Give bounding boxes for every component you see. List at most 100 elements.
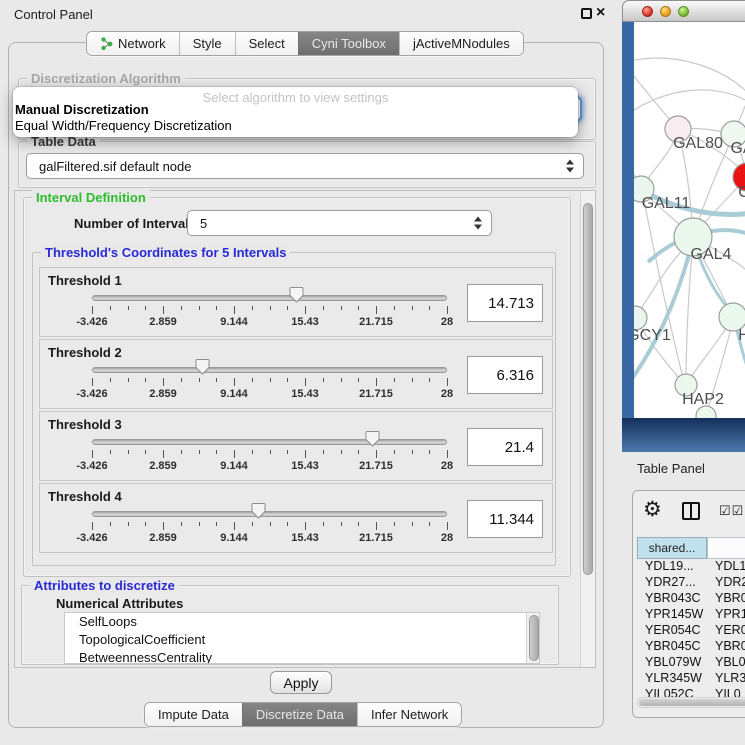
network-canvas[interactable]: GAL80GACGAL11GAL4GCY1HHAP2 [634, 22, 745, 418]
checkbox-icons[interactable]: ☑☑ [719, 503, 744, 519]
table-row[interactable]: YBR045CYBR0 [637, 639, 745, 655]
tab-infer-network[interactable]: Infer Network [357, 703, 461, 726]
gear-icon[interactable]: ⚙ [643, 497, 662, 522]
tab-impute-data[interactable]: Impute Data [145, 703, 242, 726]
slider-thumb[interactable] [289, 286, 304, 303]
slider-thumb[interactable] [251, 502, 266, 519]
list-item[interactable]: BetweennessCentrality [65, 649, 539, 664]
column-split-icon[interactable] [682, 502, 700, 520]
tab-style[interactable]: Style [179, 32, 235, 55]
table-row[interactable]: YBR043CYBR0 [637, 591, 745, 607]
combo-value: 5 [200, 216, 207, 231]
tick-label: 28 [441, 460, 453, 472]
cell-name[interactable]: YBR0 [707, 591, 745, 607]
threshold-panel-1: Threshold 1-3.4262.8599.14415.4321.71528… [39, 267, 553, 337]
zoom-traffic-light[interactable] [678, 6, 689, 17]
slider-thumb[interactable] [365, 430, 380, 447]
tick-label: -3.426 [76, 388, 107, 400]
slider-tick [216, 306, 217, 310]
column-header-name[interactable]: n [707, 537, 745, 559]
slider-tick [447, 378, 448, 386]
cell-shared-name[interactable]: YDR27... [637, 575, 707, 591]
slider-thumb[interactable] [195, 358, 210, 375]
slider-tick [412, 522, 413, 526]
network-edge[interactable] [634, 90, 745, 117]
slider-tick [145, 450, 146, 454]
cell-name[interactable]: YBL0 [707, 655, 745, 671]
dropdown-option-equal-width[interactable]: Equal Width/Frequency Discretization [13, 118, 578, 134]
float-window-icon[interactable] [581, 8, 592, 19]
cell-shared-name[interactable]: YPR145W [637, 607, 707, 623]
cell-shared-name[interactable]: YER054C [637, 623, 707, 639]
list-item[interactable]: TopologicalCoefficient [65, 631, 539, 649]
slider-tick [163, 522, 164, 530]
cell-name[interactable]: YPR1 [707, 607, 745, 623]
tick-label: 21.715 [359, 532, 393, 544]
threshold-panel-4: Threshold 4-3.4262.8599.14415.4321.71528… [39, 483, 553, 553]
slider-tick [110, 378, 111, 382]
scrollbar-thumb[interactable] [529, 615, 539, 661]
cell-shared-name[interactable]: YDL19... [637, 559, 707, 575]
cell-name[interactable]: YDL1 [707, 559, 745, 575]
scrollbar-thumb[interactable] [639, 699, 745, 706]
viewport-scrollbar[interactable] [580, 191, 595, 667]
slider-track[interactable] [92, 367, 447, 373]
settings-scroll-viewport: Interval Definition Number of Intervals … [14, 190, 596, 668]
slider-tick [447, 450, 448, 458]
cell-name[interactable]: YDR2 [707, 575, 745, 591]
group-title: Interval Definition [32, 190, 150, 205]
slider-tick [252, 306, 253, 310]
table-row[interactable]: YPR145WYPR1 [637, 607, 745, 623]
close-icon[interactable]: × [596, 4, 605, 22]
table-row[interactable]: YBL079WYBL0 [637, 655, 745, 671]
cell-shared-name[interactable]: YBR045C [637, 639, 707, 655]
tab-cyni-toolbox[interactable]: Cyni Toolbox [298, 32, 399, 55]
table-row[interactable]: YDL19...YDL1 [637, 559, 745, 575]
tick-label: 28 [441, 388, 453, 400]
cell-shared-name[interactable]: YBL079W [637, 655, 707, 671]
slider-tick [394, 450, 395, 454]
table-row[interactable]: YDR27...YDR2 [637, 575, 745, 591]
cell-name[interactable]: YER0 [707, 623, 745, 639]
slider-track[interactable] [92, 295, 447, 301]
threshold-value-field[interactable]: 21.4 [467, 428, 543, 466]
cell-name[interactable]: YBR0 [707, 639, 745, 655]
tab-label: Style [193, 36, 222, 51]
slider-tick [394, 306, 395, 310]
tab-jactivemnodules[interactable]: jActiveMNodules [399, 32, 523, 55]
apply-button[interactable]: Apply [270, 671, 332, 694]
cell-name[interactable]: YLR3 [707, 671, 745, 687]
cell-shared-name[interactable]: YBR043C [637, 591, 707, 607]
column-header-shared-name[interactable]: shared... [637, 537, 707, 559]
slider-tick [216, 522, 217, 526]
slider-track[interactable] [92, 439, 447, 445]
table-horizontal-scrollbar[interactable] [637, 697, 745, 708]
node-label: GAL4 [691, 246, 732, 263]
close-traffic-light[interactable] [642, 6, 653, 17]
table-data-combobox[interactable]: galFiltered.sif default node [26, 153, 584, 179]
list-scrollbar[interactable] [526, 613, 539, 663]
scrollbar-thumb[interactable] [583, 203, 593, 575]
slider-tick [287, 522, 288, 526]
tab-select[interactable]: Select [235, 32, 298, 55]
node-label: GAL80 [673, 135, 723, 152]
minimize-traffic-light[interactable] [660, 6, 671, 17]
slider-tick [358, 522, 359, 526]
number-of-intervals-combobox[interactable]: 5 [187, 210, 492, 236]
slider-tick [376, 522, 377, 530]
cell-shared-name[interactable]: YLR345W [637, 671, 707, 687]
slider-tick [270, 522, 271, 526]
list-item[interactable]: SelfLoops [65, 613, 539, 631]
tick-label: 15.43 [291, 316, 319, 328]
panel-title: Control Panel [14, 7, 93, 22]
threshold-value-field[interactable]: 6.316 [467, 356, 543, 394]
tab-discretize-data[interactable]: Discretize Data [242, 703, 357, 726]
threshold-value-field[interactable]: 14.713 [467, 284, 543, 322]
threshold-value-field[interactable]: 11.344 [467, 500, 543, 538]
stepper-arrows-icon [474, 217, 482, 230]
table-row[interactable]: YLR345WYLR3 [637, 671, 745, 687]
tick-label: -3.426 [76, 532, 107, 544]
tab-network[interactable]: Network [87, 32, 179, 55]
table-row[interactable]: YER054CYER0 [637, 623, 745, 639]
slider-track[interactable] [92, 511, 447, 517]
